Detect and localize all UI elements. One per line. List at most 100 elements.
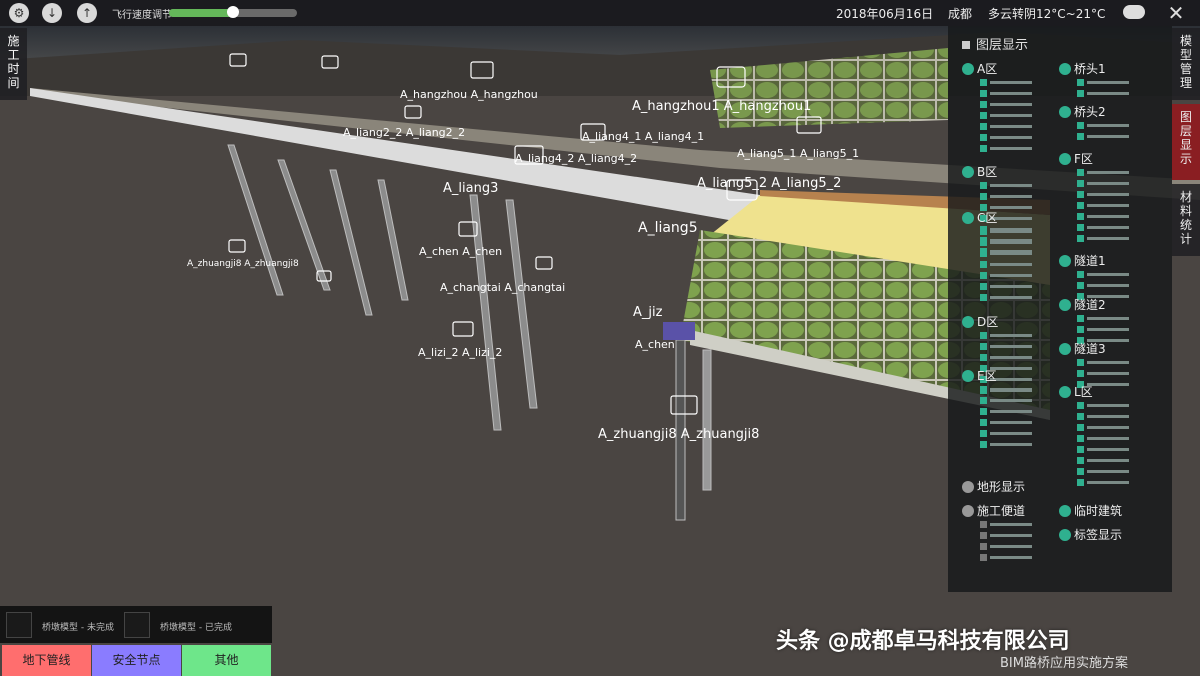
layer-group-toggle[interactable]: 施工便道 <box>962 502 1025 519</box>
layer-item-checkbox[interactable] <box>1077 169 1084 176</box>
layer-toggle-icon[interactable] <box>1059 343 1071 355</box>
layer-item-checkbox[interactable] <box>1077 479 1084 486</box>
layer-group-toggle[interactable]: 隧道2 <box>1059 296 1106 313</box>
layer-item[interactable] <box>980 239 1032 246</box>
layer-item-checkbox[interactable] <box>980 90 987 97</box>
layer-item[interactable] <box>1077 370 1129 377</box>
layer-item[interactable] <box>1077 413 1129 420</box>
layer-item[interactable] <box>980 90 1032 97</box>
layer-item-checkbox[interactable] <box>1077 133 1084 140</box>
layer-item[interactable] <box>1077 468 1129 475</box>
layer-item-checkbox[interactable] <box>1077 191 1084 198</box>
layer-item[interactable] <box>980 532 1032 539</box>
layer-item-checkbox[interactable] <box>980 239 987 246</box>
layer-group-toggle[interactable]: C区 <box>962 209 997 226</box>
layer-group-toggle[interactable]: L区 <box>1059 383 1093 400</box>
layer-item-checkbox[interactable] <box>1077 326 1084 333</box>
layer-toggle-icon[interactable] <box>1059 299 1071 311</box>
layer-item-checkbox[interactable] <box>1077 271 1084 278</box>
layer-item[interactable] <box>1077 446 1129 453</box>
layer-item-checkbox[interactable] <box>980 112 987 119</box>
layer-item[interactable] <box>980 343 1032 350</box>
layer-group-toggle[interactable]: 临时建筑 <box>1059 502 1122 519</box>
layer-item-checkbox[interactable] <box>980 182 987 189</box>
layer-group-toggle[interactable]: A区 <box>962 60 997 77</box>
layer-item-checkbox[interactable] <box>980 272 987 279</box>
layer-toggle-icon[interactable] <box>962 212 974 224</box>
layer-item-checkbox[interactable] <box>1077 122 1084 129</box>
layer-item[interactable] <box>1077 271 1129 278</box>
layer-toggle-icon[interactable] <box>962 481 974 493</box>
layer-item[interactable] <box>980 112 1032 119</box>
layer-item[interactable] <box>980 543 1032 550</box>
layer-item-checkbox[interactable] <box>980 554 987 561</box>
layer-item-checkbox[interactable] <box>1077 180 1084 187</box>
other-button[interactable]: 其他 <box>182 645 271 676</box>
layer-item[interactable] <box>980 101 1032 108</box>
layer-item-checkbox[interactable] <box>1077 282 1084 289</box>
layer-item[interactable] <box>980 193 1032 200</box>
layer-item[interactable] <box>1077 435 1129 442</box>
layer-item[interactable] <box>1077 326 1129 333</box>
speed-slider-knob[interactable] <box>227 6 239 18</box>
layer-item-checkbox[interactable] <box>980 543 987 550</box>
layer-item[interactable] <box>980 397 1032 404</box>
layer-item[interactable] <box>1077 224 1129 231</box>
layer-item[interactable] <box>980 294 1032 301</box>
layer-item-checkbox[interactable] <box>1077 359 1084 366</box>
layer-item[interactable] <box>980 261 1032 268</box>
layer-item-checkbox[interactable] <box>980 250 987 257</box>
layer-item-checkbox[interactable] <box>1077 446 1084 453</box>
layer-item-checkbox[interactable] <box>980 134 987 141</box>
layer-item-checkbox[interactable] <box>980 343 987 350</box>
layer-item[interactable] <box>980 134 1032 141</box>
layer-item-checkbox[interactable] <box>980 283 987 290</box>
layer-item[interactable] <box>980 250 1032 257</box>
layer-item[interactable] <box>1077 402 1129 409</box>
layer-toggle-icon[interactable] <box>1059 106 1071 118</box>
layer-toggle-icon[interactable] <box>962 316 974 328</box>
layer-item[interactable] <box>980 272 1032 279</box>
layer-item[interactable] <box>980 521 1032 528</box>
layer-item[interactable] <box>980 79 1032 86</box>
layer-item[interactable] <box>1077 133 1129 140</box>
settings-icon[interactable]: ⚙ <box>9 3 29 23</box>
layer-item-checkbox[interactable] <box>1077 90 1084 97</box>
layer-item[interactable] <box>980 354 1032 361</box>
layer-item[interactable] <box>980 228 1032 235</box>
safety-node-button[interactable]: 安全节点 <box>92 645 181 676</box>
layer-item-checkbox[interactable] <box>980 521 987 528</box>
layer-item[interactable] <box>1077 213 1129 220</box>
tab-material-stats[interactable]: 材料统计 <box>1172 184 1200 256</box>
layer-item-checkbox[interactable] <box>1077 468 1084 475</box>
layer-item-checkbox[interactable] <box>1077 402 1084 409</box>
layer-item[interactable] <box>980 182 1032 189</box>
layer-item-checkbox[interactable] <box>1077 315 1084 322</box>
layer-item[interactable] <box>980 430 1032 437</box>
layer-group-toggle[interactable]: E区 <box>962 367 997 384</box>
layer-item[interactable] <box>1077 180 1129 187</box>
layer-item-checkbox[interactable] <box>980 386 987 393</box>
upload-icon[interactable]: ↑ <box>77 3 97 23</box>
layer-toggle-icon[interactable] <box>962 505 974 517</box>
layer-item[interactable] <box>980 441 1032 448</box>
layer-item-checkbox[interactable] <box>1077 213 1084 220</box>
layer-group-toggle[interactable]: B区 <box>962 163 997 180</box>
layer-item-checkbox[interactable] <box>1077 370 1084 377</box>
layer-toggle-icon[interactable] <box>1059 255 1071 267</box>
layer-item[interactable] <box>980 145 1032 152</box>
construction-time-tab[interactable]: 施工时间 <box>0 28 27 100</box>
layer-group-toggle[interactable]: 桥头1 <box>1059 60 1106 77</box>
layer-group-toggle[interactable]: 隧道3 <box>1059 340 1106 357</box>
layer-item[interactable] <box>1077 282 1129 289</box>
layer-toggle-icon[interactable] <box>1059 63 1071 75</box>
underground-pipeline-button[interactable]: 地下管线 <box>2 645 91 676</box>
layer-item-checkbox[interactable] <box>980 145 987 152</box>
layer-item[interactable] <box>980 123 1032 130</box>
layer-toggle-icon[interactable] <box>1059 153 1071 165</box>
layer-item-checkbox[interactable] <box>980 332 987 339</box>
layer-item-checkbox[interactable] <box>980 193 987 200</box>
layer-item-checkbox[interactable] <box>980 79 987 86</box>
layer-item-checkbox[interactable] <box>980 419 987 426</box>
layer-item[interactable] <box>980 283 1032 290</box>
